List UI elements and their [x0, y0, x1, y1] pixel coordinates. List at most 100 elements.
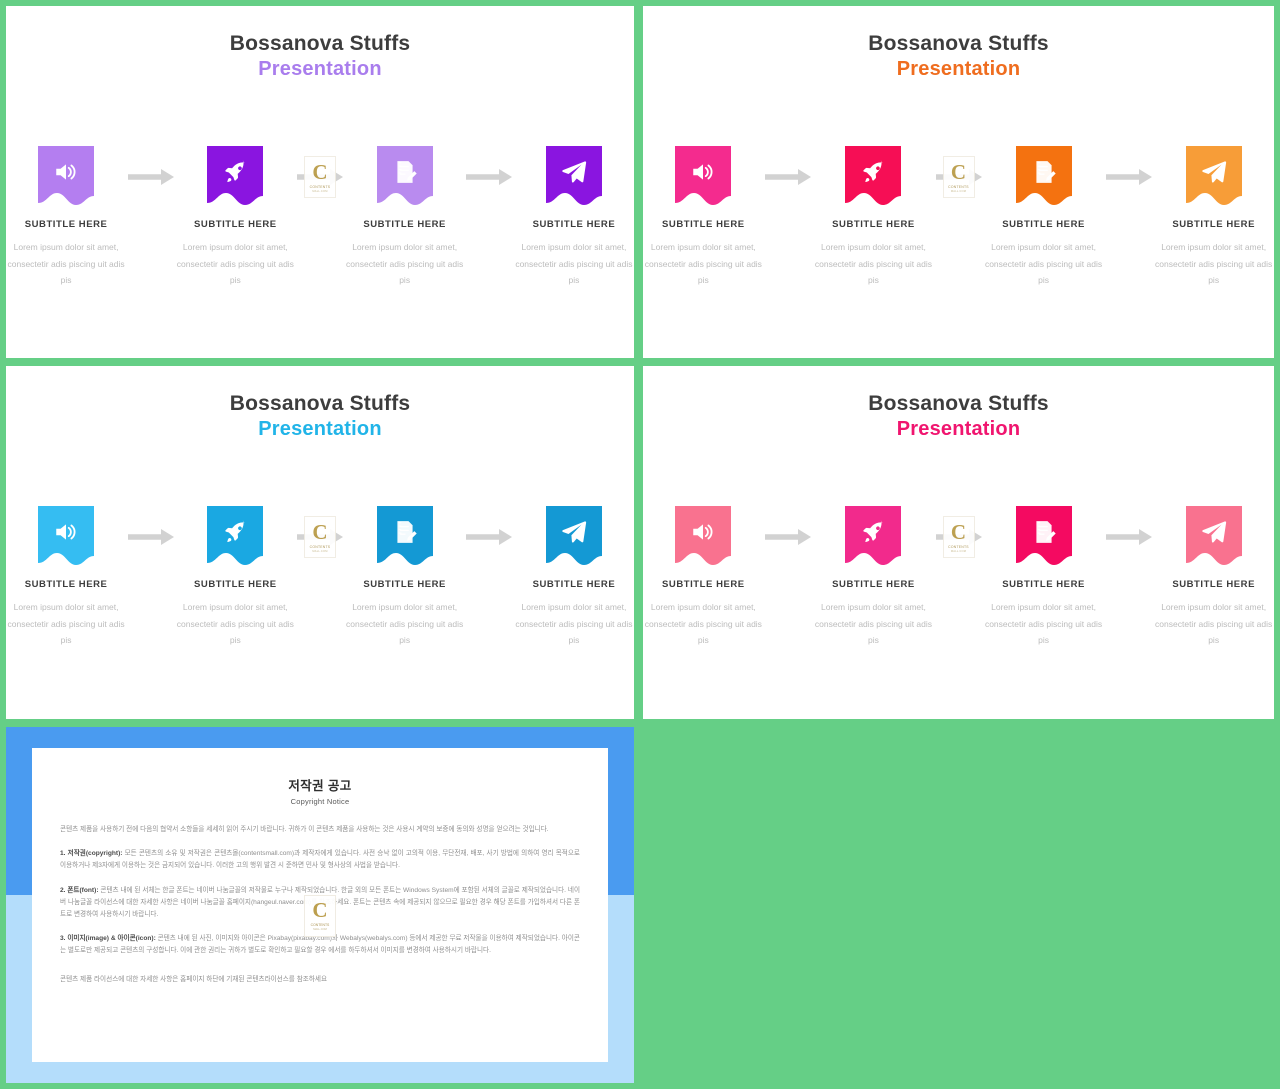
step-title: SUBTITLE HERE	[194, 579, 277, 590]
process-step[interactable]: SUBTITLE HERE Lorem ipsum dolor sit amet,…	[175, 506, 295, 649]
ribbon-badge	[1185, 506, 1242, 565]
contents-watermark-logo: C CONTENTS MALL.COM	[942, 156, 975, 198]
step-body: Lorem ipsum dolor sit amet, consectetir …	[984, 242, 1103, 286]
slide-pink[interactable]: Bossanova Stuffs Presentation SUBTITLE H…	[643, 366, 1274, 719]
step-title: SUBTITLE HERE	[194, 219, 277, 230]
step-title: SUBTITLE HERE	[24, 579, 108, 590]
ribbon-badge	[1015, 146, 1072, 205]
process-step[interactable]: SUBTITLE HERE Lorem ipsum dolor sit amet,…	[345, 146, 465, 289]
process-step[interactable]: SUBTITLE HERE Lorem ipsum dolor sit amet,…	[514, 146, 634, 289]
step-body: Lorem ipsum dolor sit amet, consectetir …	[814, 602, 933, 646]
flow-arrow	[1104, 146, 1153, 208]
note-edit-icon	[1031, 519, 1057, 545]
step-title: SUBTITLE HERE	[1002, 579, 1085, 590]
step-title: SUBTITLE HERE	[1002, 219, 1085, 230]
ribbon-badge	[1015, 506, 1072, 565]
step-title: SUBTITLE HERE	[532, 579, 616, 590]
flow-arrow	[126, 146, 175, 208]
flow-arrow-with-watermark: C CONTENTS MALL.COM	[934, 146, 983, 208]
process-step[interactable]: SUBTITLE HERE Lorem ipsum dolor sit amet,…	[813, 146, 934, 289]
step-title: SUBTITLE HERE	[363, 219, 446, 230]
process-step[interactable]: SUBTITLE HERE Lorem ipsum dolor sit amet,…	[1153, 506, 1274, 649]
step-body: Lorem ipsum dolor sit amet, consectetir …	[176, 602, 294, 646]
rocket-icon	[860, 159, 886, 185]
process-step[interactable]: SUBTITLE HERE Lorem ipsum dolor sit amet,…	[345, 506, 465, 649]
process-step[interactable]: SUBTITLE HERE Lorem ipsum dolor sit amet,…	[514, 506, 634, 649]
ribbon-badge	[376, 506, 433, 565]
rocket-icon	[222, 159, 248, 185]
copyright-section-1-label: 1. 저작권(copyright):	[60, 850, 123, 858]
step-title: SUBTITLE HERE	[832, 219, 915, 230]
step-title: SUBTITLE HERE	[532, 219, 616, 230]
watermark-line1: CONTENTS	[948, 184, 969, 189]
flow-arrow	[465, 506, 514, 568]
copyright-title-en: Copyright Notice	[290, 797, 350, 806]
step-title: SUBTITLE HERE	[1172, 219, 1255, 230]
process-step[interactable]: SUBTITLE HERE Lorem ipsum dolor sit amet,…	[983, 506, 1104, 649]
slide-title-line2: Presentation	[896, 418, 1021, 441]
process-flow: SUBTITLE HERE Lorem ipsum dolor sit amet,…	[6, 506, 634, 649]
copyright-footer: 콘텐츠 제품 라이선스에 대한 자세한 사항은 홈페이지 하단에 기재된 콘텐츠…	[60, 975, 328, 983]
contents-watermark-logo: C CONTENTS MALL.COM	[942, 516, 975, 558]
step-body: Lorem ipsum dolor sit amet, consectetir …	[644, 602, 762, 646]
watermark-letter: C	[950, 160, 967, 185]
step-body: Lorem ipsum dolor sit amet, consectetir …	[814, 242, 933, 286]
slide-blue[interactable]: Bossanova Stuffs Presentation SUBTITLE H…	[6, 366, 634, 719]
process-step[interactable]: SUBTITLE HERE Lorem ipsum dolor sit amet,…	[643, 146, 764, 289]
slide-title-line2: Presentation	[258, 418, 382, 441]
ribbon-badge	[1185, 146, 1242, 205]
step-title: SUBTITLE HERE	[1172, 579, 1255, 590]
watermark-letter: C	[312, 520, 328, 545]
rocket-icon	[860, 519, 886, 545]
note-edit-icon	[392, 519, 418, 545]
process-flow: SUBTITLE HERE Lorem ipsum dolor sit amet,…	[643, 506, 1274, 649]
ribbon-badge	[845, 146, 902, 205]
step-title: SUBTITLE HERE	[662, 219, 745, 230]
copyright-section-1: 1. 저작권(copyright): 모든 콘텐츠의 소유 및 저작권은 콘텐츠…	[60, 848, 580, 872]
copyright-section-1-text: 모든 콘텐츠의 소유 및 저작권은 콘텐츠몰(contentsmall.com)…	[60, 850, 580, 870]
step-title: SUBTITLE HERE	[363, 579, 446, 590]
paper-plane-icon	[561, 159, 587, 185]
slide-heading: Bossanova Stuffs Presentation	[6, 366, 634, 442]
process-step[interactable]: SUBTITLE HERE Lorem ipsum dolor sit amet,…	[175, 146, 295, 289]
watermark-line2: MALL.COM	[312, 549, 328, 553]
watermark-line1: CONTENTS	[309, 544, 331, 549]
watermark-line1: CONTENTS	[310, 922, 330, 927]
slide-orange[interactable]: Bossanova Stuffs Presentation SUBTITLE H…	[643, 6, 1274, 358]
contents-watermark-logo: C CONTENTS MALL.COM	[304, 156, 336, 198]
slide-heading: Bossanova Stuffs Presentation	[6, 6, 634, 82]
flow-arrow	[465, 146, 514, 208]
speaker-icon	[53, 159, 79, 185]
copyright-title-ko: 저작권 공고	[288, 779, 352, 793]
process-step[interactable]: SUBTITLE HERE Lorem ipsum dolor sit amet,…	[813, 506, 934, 649]
slide-deck: Bossanova Stuffs Presentation SUBTITLE H…	[0, 0, 1280, 1089]
ribbon-badge	[845, 506, 902, 565]
speaker-icon	[690, 519, 716, 545]
watermark-line1: CONTENTS	[948, 544, 969, 549]
flow-arrow-with-watermark: C CONTENTS MALL.COM	[295, 506, 344, 568]
ribbon-badge	[38, 146, 95, 205]
slide-purple[interactable]: Bossanova Stuffs Presentation SUBTITLE H…	[6, 6, 634, 358]
flow-arrow	[764, 506, 813, 568]
ribbon-badge	[207, 146, 264, 205]
step-body: Lorem ipsum dolor sit amet, consectetir …	[984, 602, 1103, 646]
process-step[interactable]: SUBTITLE HERE Lorem ipsum dolor sit amet,…	[1153, 146, 1274, 289]
step-body: Lorem ipsum dolor sit amet, consectetir …	[515, 602, 633, 646]
paper-plane-icon	[1201, 519, 1227, 545]
watermark-letter: C	[312, 898, 328, 923]
slide-title-line2: Presentation	[258, 58, 382, 81]
process-step[interactable]: SUBTITLE HERE Lorem ipsum dolor sit amet,…	[6, 146, 126, 289]
watermark-line2: MALL.COM	[313, 927, 327, 931]
process-step[interactable]: SUBTITLE HERE Lorem ipsum dolor sit amet,…	[983, 146, 1104, 289]
paper-plane-icon	[1201, 159, 1227, 185]
flow-arrow-with-watermark: C CONTENTS MALL.COM	[934, 506, 983, 568]
step-body: Lorem ipsum dolor sit amet, consectetir …	[1155, 602, 1273, 646]
ribbon-badge	[376, 146, 433, 205]
flow-arrow-with-watermark: C CONTENTS MALL.COM	[295, 146, 344, 208]
step-body: Lorem ipsum dolor sit amet, consectetir …	[346, 602, 464, 646]
slide-copyright-notice[interactable]: 저작권 공고 Copyright Notice 콘텐츠 제품을 사용하기 전에 …	[6, 727, 634, 1083]
ribbon-badge	[675, 506, 732, 565]
process-step[interactable]: SUBTITLE HERE Lorem ipsum dolor sit amet,…	[643, 506, 764, 649]
process-step[interactable]: SUBTITLE HERE Lorem ipsum dolor sit amet,…	[6, 506, 126, 649]
step-body: Lorem ipsum dolor sit amet, consectetir …	[176, 242, 294, 286]
